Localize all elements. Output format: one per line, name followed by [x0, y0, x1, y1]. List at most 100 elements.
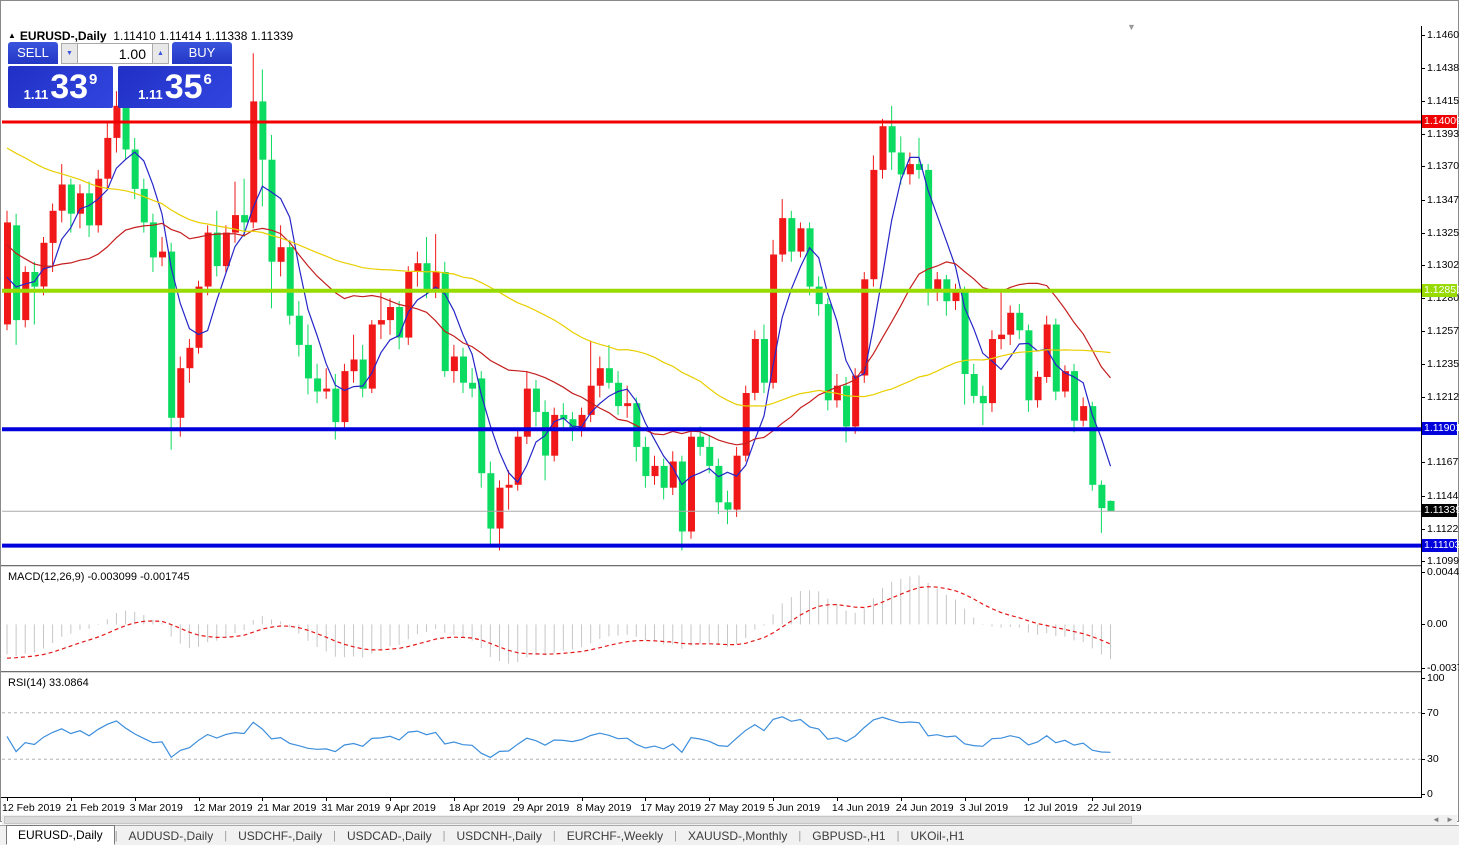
- horizontal-scrollbar[interactable]: ◄ ►: [2, 815, 1457, 825]
- macd-signal-line: [7, 587, 1111, 659]
- chart-tab-bar: EURUSD-,Daily|AUDUSD-,Daily|USDCHF-,Dail…: [0, 825, 1459, 845]
- price-tick: [1422, 462, 1425, 463]
- price-tick: [1422, 265, 1425, 266]
- chart-tab-usdcad-daily[interactable]: USDCAD-,Daily: [336, 827, 443, 845]
- scroll-left-icon[interactable]: ◄: [1432, 815, 1440, 825]
- buy-price-big: 35: [165, 70, 203, 104]
- date-tick: [135, 798, 136, 801]
- date-label-18-apr-2019: 18 Apr 2019: [449, 802, 506, 814]
- chart-tab-eurusd-daily[interactable]: EURUSD-,Daily: [6, 825, 115, 845]
- price-label: 1.11445: [1427, 490, 1459, 502]
- chart-tab-eurchf-weekly[interactable]: EURCHF-,Weekly: [556, 827, 674, 845]
- one-click-trade-panel: SELL ▼ ▲ BUY 1.11 33 9 1.11 35 6: [8, 42, 232, 108]
- date-label-3-jul-2019: 3 Jul 2019: [960, 802, 1008, 814]
- sell-price-prefix: 1.11: [24, 87, 49, 102]
- price-line-label-1-12851: 1.12851: [1422, 284, 1457, 297]
- price-label: 1.13250: [1427, 227, 1459, 239]
- price-label: 1.11220: [1427, 523, 1459, 535]
- date-tick: [390, 798, 391, 801]
- price-tick: [1422, 364, 1425, 365]
- price-line-label-1-11901: 1.11901: [1422, 422, 1457, 435]
- price-tick: [1422, 200, 1425, 201]
- macd-pane[interactable]: [2, 568, 1421, 671]
- date-tick: [262, 798, 263, 801]
- date-label-8-may-2019: 8 May 2019: [577, 802, 632, 814]
- price-label: 1.13930: [1427, 128, 1459, 140]
- date-label-21-mar-2019: 21 Mar 2019: [257, 802, 316, 814]
- pane-separator[interactable]: [1, 565, 1457, 568]
- lot-size-input[interactable]: [78, 43, 152, 64]
- macd-tick: [1422, 624, 1425, 625]
- date-tick: [199, 798, 200, 801]
- sell-price-display[interactable]: 1.11 33 9: [8, 66, 113, 108]
- rsi-label: 0: [1427, 788, 1433, 800]
- chart-shift-marker-icon[interactable]: ▼: [1127, 22, 1136, 32]
- date-label-3-mar-2019: 3 Mar 2019: [130, 802, 183, 814]
- buy-price-display[interactable]: 1.11 35 6: [118, 66, 232, 108]
- sell-price-big: 33: [50, 70, 88, 104]
- rsi-tick: [1422, 678, 1425, 679]
- date-tick: [837, 798, 838, 801]
- date-label-27-may-2019: 27 May 2019: [704, 802, 765, 814]
- rsi-label: 100: [1427, 672, 1445, 684]
- scrollbar-thumb[interactable]: [4, 816, 1132, 824]
- rsi-line: [7, 717, 1111, 758]
- date-tick: [326, 798, 327, 801]
- lot-size-stepper: ▼ ▲: [61, 43, 169, 64]
- price-tick: [1422, 331, 1425, 332]
- chart-tab-gbpusd-h1[interactable]: GBPUSD-,H1: [801, 827, 896, 845]
- chart-ohlc-values: 1.11410 1.11414 1.11338 1.11339: [113, 29, 293, 43]
- collapse-panel-icon[interactable]: ▲: [8, 31, 16, 40]
- price-line-label-1-11339: 1.11339: [1422, 504, 1457, 517]
- price-label: 1.14605: [1427, 29, 1459, 41]
- date-label-14-jun-2019: 14 Jun 2019: [832, 802, 890, 814]
- macd-tick: [1422, 668, 1425, 669]
- lot-decrease-button[interactable]: ▼: [61, 43, 78, 64]
- chart-tab-usdcnh-daily[interactable]: USDCNH-,Daily: [446, 827, 553, 845]
- macd-histogram: [7, 575, 1111, 663]
- price-tick: [1422, 166, 1425, 167]
- rsi-label: 70: [1427, 707, 1439, 719]
- chart-tab-xauusd-monthly[interactable]: XAUUSD-,Monthly: [677, 827, 798, 845]
- pane-separator[interactable]: [1, 671, 1457, 674]
- sell-price-pip: 9: [89, 71, 97, 88]
- date-tick: [965, 798, 966, 801]
- chart-tab-audusd-daily[interactable]: AUDUSD-,Daily: [118, 827, 225, 845]
- date-tick: [454, 798, 455, 801]
- price-tick: [1422, 529, 1425, 530]
- price-tick: [1422, 233, 1425, 234]
- price-label: 1.12350: [1427, 358, 1459, 370]
- price-tick: [1422, 561, 1425, 562]
- rsi-tick: [1422, 713, 1425, 714]
- macd-tick: [1422, 572, 1425, 573]
- price-axis[interactable]: 1.146051.143801.141551.139301.137051.134…: [1422, 26, 1457, 798]
- sell-button[interactable]: SELL: [8, 42, 58, 64]
- date-label-12-mar-2019: 12 Mar 2019: [194, 802, 253, 814]
- price-line-label-1-14009: 1.14009: [1422, 115, 1457, 128]
- date-label-9-apr-2019: 9 Apr 2019: [385, 802, 436, 814]
- scroll-right-icon[interactable]: ►: [1446, 815, 1454, 825]
- macd-label: 0.004465: [1427, 566, 1459, 578]
- date-label-31-mar-2019: 31 Mar 2019: [321, 802, 380, 814]
- macd-label: 0.00: [1427, 618, 1447, 630]
- price-label: 1.13705: [1427, 160, 1459, 172]
- rsi-pane[interactable]: [2, 674, 1421, 797]
- date-tick: [773, 798, 774, 801]
- date-label-29-apr-2019: 29 Apr 2019: [513, 802, 570, 814]
- date-label-22-jul-2019: 22 Jul 2019: [1087, 802, 1141, 814]
- lot-increase-button[interactable]: ▲: [152, 43, 169, 64]
- price-line-label-1-11103: 1.11103: [1422, 539, 1457, 552]
- candles: [4, 53, 1115, 550]
- chart-tab-ukoil-h1[interactable]: UKOil-,H1: [899, 827, 975, 845]
- date-tick: [645, 798, 646, 801]
- date-tick: [7, 798, 8, 801]
- date-tick: [901, 798, 902, 801]
- date-axis[interactable]: 12 Feb 201921 Feb 20193 Mar 201912 Mar 2…: [2, 798, 1421, 815]
- date-label-5-jun-2019: 5 Jun 2019: [768, 802, 820, 814]
- price-tick: [1422, 68, 1425, 69]
- horizontal-lines: [2, 122, 1421, 546]
- buy-button[interactable]: BUY: [172, 42, 232, 64]
- price-tick: [1422, 298, 1425, 299]
- chart-tab-usdchf-daily[interactable]: USDCHF-,Daily: [227, 827, 333, 845]
- date-tick: [71, 798, 72, 801]
